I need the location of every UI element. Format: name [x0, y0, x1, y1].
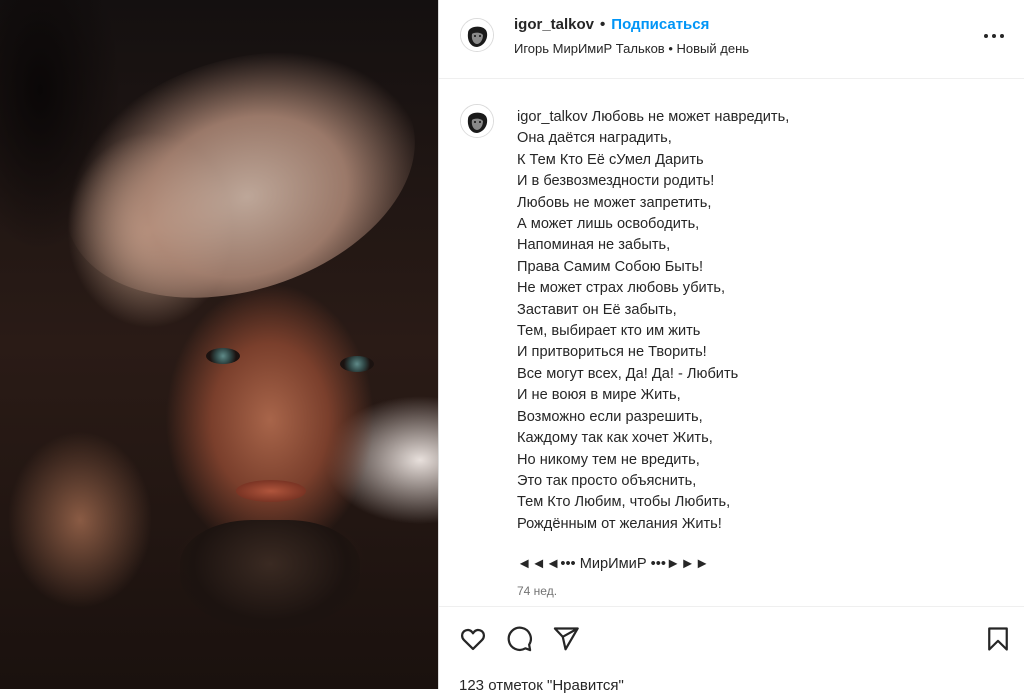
caption-line: Не может страх любовь убить,	[517, 280, 726, 297]
caption-text: igor_talkov Любовь не может навредить, О…	[517, 107, 997, 535]
post-actions: 123 отметок "Нравится"	[439, 606, 1024, 694]
audio-link[interactable]: Новый день	[677, 41, 750, 56]
caption-line: Любовь не может навредить,	[591, 109, 790, 125]
caption-line: Рождённым от желания Жить!	[517, 515, 722, 532]
caption-line: Заставит он Её забыть,	[517, 301, 677, 318]
caption-line: Это так просто объяснить,	[517, 472, 697, 489]
author-avatar[interactable]	[460, 18, 494, 52]
post-header: igor_talkov • Подписаться Игорь МирИмиР Та…	[439, 0, 1024, 79]
caption-line: Напоминая не забыть,	[517, 237, 671, 254]
photo-eye-left	[206, 348, 240, 364]
post-timestamp[interactable]: 74 нед.	[517, 584, 557, 598]
photo-beard	[180, 520, 360, 630]
subtitle-separator: •	[668, 41, 673, 56]
bookmark-icon[interactable]	[984, 625, 1012, 653]
caption-line: И притвориться не Творить!	[517, 344, 707, 361]
subtitle-name[interactable]: Игорь МирИмиР Тальков	[514, 41, 665, 56]
caption-line: Любовь не может запретить,	[517, 194, 712, 211]
header-dot-separator: •	[600, 16, 606, 33]
caption-line: К Тем Кто Её сУмел Дарить	[517, 151, 704, 168]
heart-icon[interactable]	[459, 625, 487, 653]
likes-count[interactable]: 123 отметок "Нравится"	[459, 677, 624, 694]
caption-line: Но никому тем не вредить,	[517, 451, 700, 468]
header-subtitle: Игорь МирИмиР Тальков • Новый день	[514, 41, 749, 56]
follow-button[interactable]: Подписаться	[611, 16, 709, 33]
photo-eye-right	[340, 356, 374, 372]
caption-line: Каждому так как хочет Жить,	[517, 430, 713, 447]
comment-icon[interactable]	[505, 625, 533, 653]
caption-username[interactable]: igor_talkov	[517, 109, 588, 125]
caption-line: А может лишь освободить,	[517, 216, 700, 233]
caption-avatar[interactable]	[460, 104, 494, 138]
header-title-line: igor_talkov • Подписаться	[514, 16, 709, 33]
post-image[interactable]	[0, 0, 438, 689]
author-username[interactable]: igor_talkov	[514, 16, 594, 33]
caption-line: Все могут всех, Да! Да! - Любить	[517, 365, 739, 382]
caption-first-line: igor_talkov Любовь не может навредить,	[517, 107, 997, 128]
more-horizontal-icon[interactable]	[982, 26, 1006, 46]
photo-lips	[236, 480, 306, 502]
send-icon[interactable]	[552, 625, 580, 653]
caption-signature: ◄◄◄••• МирИмиР •••►►►	[517, 556, 710, 572]
caption-line: Возможно если разрешить,	[517, 408, 703, 425]
caption-line: Тем Кто Любим, чтобы Любить,	[517, 494, 731, 511]
caption-line: И не воюя в мире Жить,	[517, 387, 681, 404]
caption-line: Права Самим Собою Быть!	[517, 258, 704, 275]
caption-line: Она даётся наградить,	[517, 130, 672, 147]
caption-line: Тем, выбирает кто им жить	[517, 323, 701, 340]
caption-line: И в безвозмездности родить!	[517, 173, 715, 190]
post-panel: igor_talkov • Подписаться Игорь МирИмиР Та…	[438, 0, 1024, 694]
